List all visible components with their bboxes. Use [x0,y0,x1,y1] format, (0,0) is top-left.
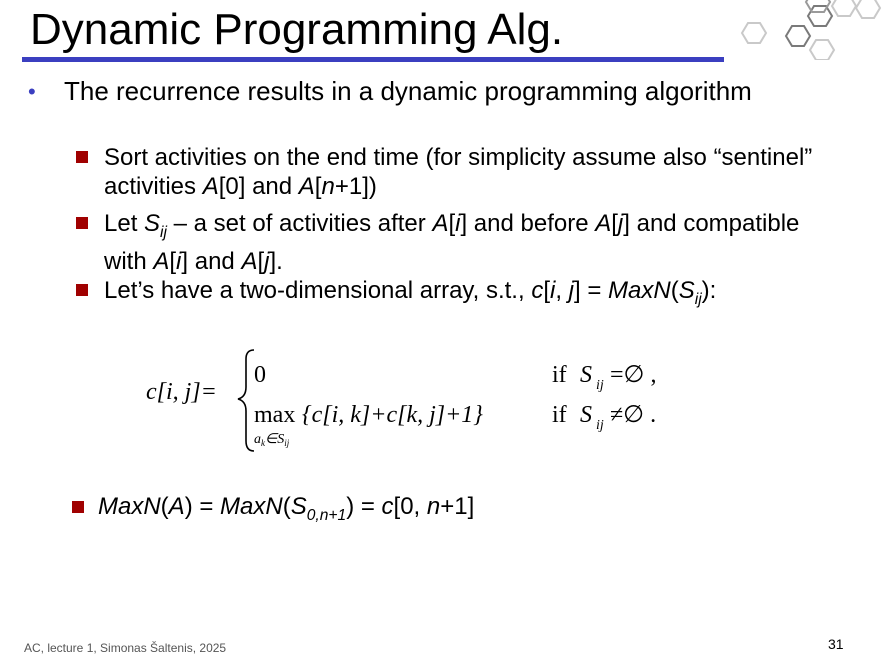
sub-bullet-sort-text: Sort activities on the end time (for sim… [104,144,813,200]
main-bullet-text: The recurrence results in a dynamic prog… [64,76,752,106]
sub-bullet-marker [76,151,88,163]
formula-case2-under: ak∈Sij [254,432,290,448]
formula-case2-S: S [580,402,592,428]
title-underline [22,57,724,62]
hexagon-decoration-icon [740,0,882,60]
sub-bullet-marker [76,217,88,229]
recurrence-formula: c[i, j]= 0 if S ij =∅ , max {c[i, k]+c[k… [146,349,656,452]
sub-bullet-marker [76,284,88,296]
bullet-dot: • [28,79,36,104]
sub-bullet-array-text: Let’s have a two-dimensional array, s.t.… [104,277,717,308]
formula-case2-rel: ≠∅ . [610,402,656,428]
sub-bullet-marker [72,501,84,513]
formula-case1-sub: ij [596,378,604,393]
formula-case2-expr: {c[i, k]+c[k, j]+1} [302,402,483,428]
formula-case2-if: if [552,402,567,428]
page-number: 31 [828,636,844,652]
formula-lhs: c[i, j]= [146,379,217,405]
last-bullet-text: MaxN(A) = MaxN(S0,n+1) = c[0, n+1] [98,493,475,524]
formula-case2-max: max [254,402,295,428]
slide-footer: AC, lecture 1, Simonas Šaltenis, 2025 [24,641,227,655]
formula-left-brace [237,349,255,452]
sub-bullet-let-sij-text: Let Sij – a set of activities after A[i]… [104,210,800,275]
formula-case1-S: S [580,362,592,388]
formula-case1-if: if [552,362,567,388]
slide-title: Dynamic Programming Alg. [30,5,564,54]
formula-case1-rel: =∅ , [610,362,656,388]
formula-case2-sub: ij [596,418,604,433]
formula-case1-value: 0 [254,362,266,388]
